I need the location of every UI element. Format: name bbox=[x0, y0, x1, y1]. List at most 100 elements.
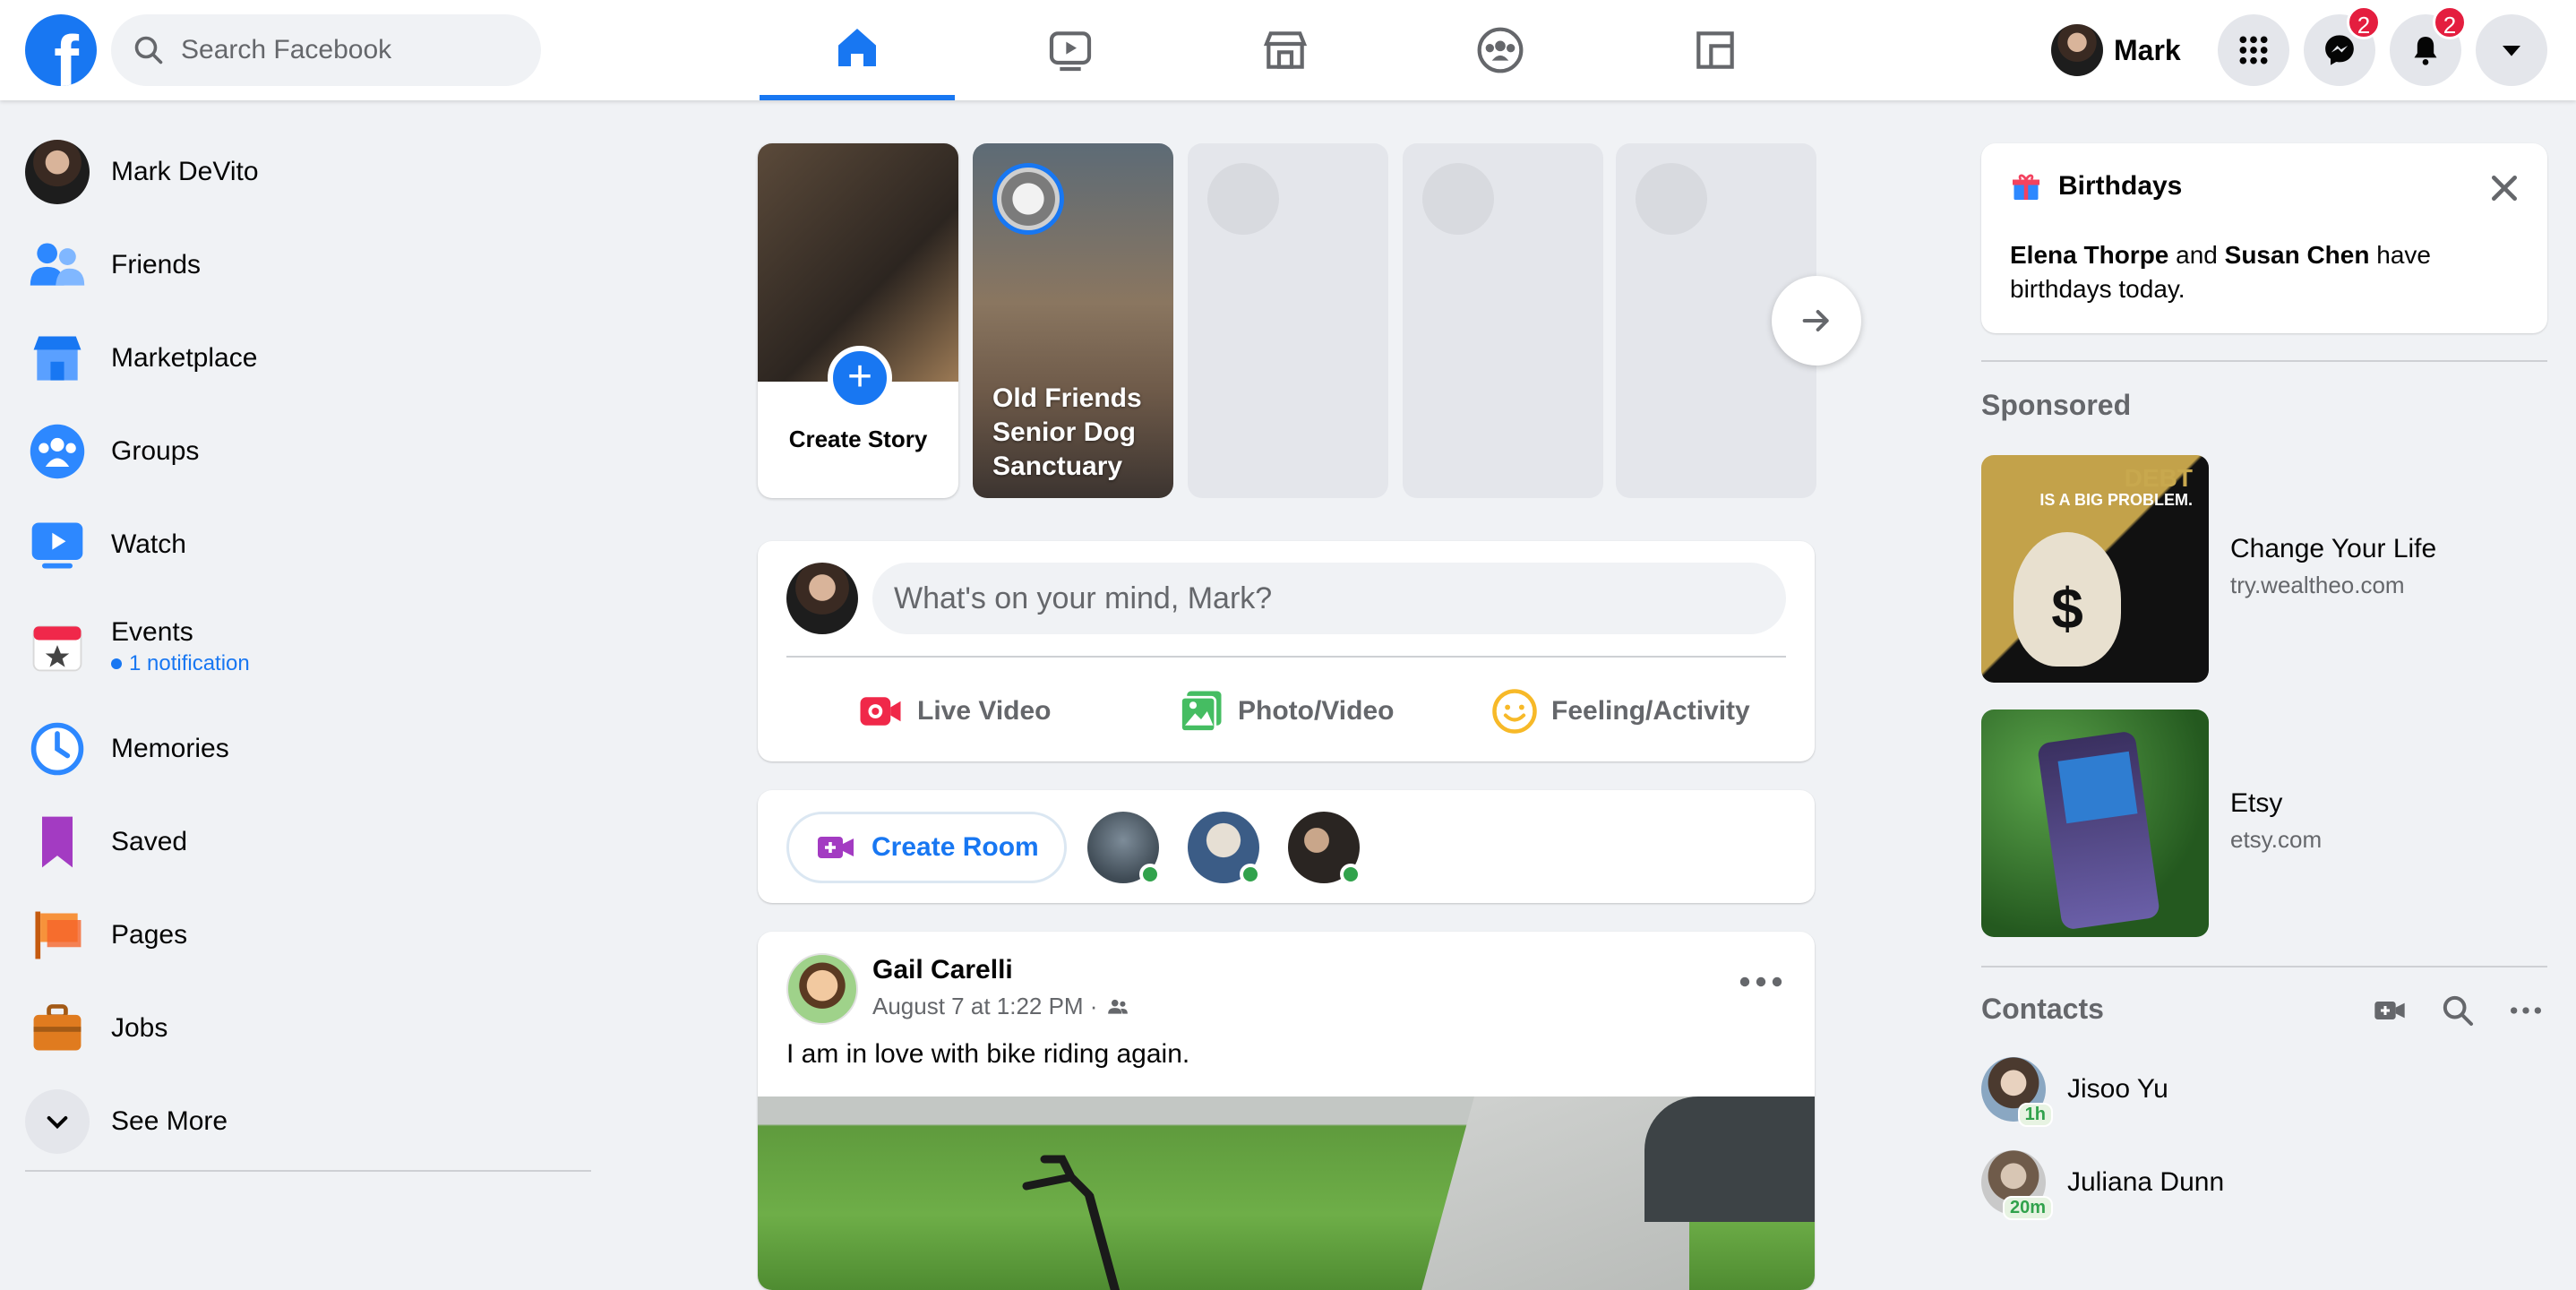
tab-home[interactable] bbox=[760, 0, 955, 100]
plus-icon[interactable]: + bbox=[828, 346, 892, 410]
notifications-button[interactable]: 2 bbox=[2390, 5, 2467, 86]
bicycle-graphic bbox=[1022, 1155, 1121, 1290]
story-placeholder bbox=[1188, 143, 1388, 498]
tab-watch[interactable] bbox=[973, 0, 1168, 100]
sidebar-item-friends[interactable]: Friends bbox=[25, 219, 591, 312]
messenger-button[interactable]: 2 bbox=[2304, 5, 2381, 86]
account-menu-button[interactable] bbox=[2476, 14, 2547, 86]
contact-item[interactable]: 1h Jisoo Yu bbox=[1981, 1054, 2168, 1127]
sidebar-item-pages[interactable]: Pages bbox=[25, 889, 591, 982]
friends-icon bbox=[30, 243, 85, 286]
memories-icon bbox=[30, 722, 84, 776]
sidebar-item-marketplace[interactable]: Marketplace bbox=[25, 312, 591, 405]
more-options-icon[interactable] bbox=[2508, 993, 2544, 1028]
sidebar-item-label: Jobs bbox=[111, 1013, 168, 1043]
ad-image-subline: IS A BIG PROBLEM. bbox=[2039, 491, 2193, 509]
tab-groups[interactable] bbox=[1403, 0, 1598, 100]
birthdays-card: Birthdays Elena Thorpe and Susan Chen ha… bbox=[1981, 143, 2547, 333]
live-video-label: Live Video bbox=[917, 696, 1052, 726]
post-image[interactable] bbox=[758, 1096, 1815, 1290]
room-contact-avatar[interactable] bbox=[1288, 812, 1361, 885]
profile-chip[interactable]: Mark bbox=[2051, 20, 2195, 81]
profile-name: Mark bbox=[2114, 33, 2181, 66]
sidebar-item-jobs[interactable]: Jobs bbox=[25, 982, 591, 1075]
create-story-card[interactable]: + Create Story bbox=[758, 143, 958, 498]
composer-input[interactable]: What's on your mind, Mark? bbox=[872, 563, 1786, 634]
create-story-label: Create Story bbox=[788, 426, 928, 452]
video-plus-icon bbox=[818, 837, 854, 858]
sidebar-item-events[interactable]: Events 1 notification bbox=[25, 591, 591, 702]
ad-image[interactable] bbox=[1981, 710, 2209, 937]
sidebar-item-groups[interactable]: Groups bbox=[25, 405, 591, 498]
top-bar: f Mark 2 2 bbox=[0, 0, 2576, 100]
ad-image[interactable]: DEBT IS A BIG PROBLEM. $ bbox=[1981, 455, 2209, 683]
ad-url[interactable]: etsy.com bbox=[2230, 826, 2322, 854]
sidebar-item-label: Mark DeVito bbox=[111, 157, 259, 186]
ad-url[interactable]: try.wealtheo.com bbox=[2230, 572, 2405, 599]
stories-next-button[interactable] bbox=[1772, 276, 1861, 366]
search-input[interactable] bbox=[179, 34, 519, 66]
search-icon[interactable] bbox=[2440, 993, 2476, 1028]
last-active-time: 20m bbox=[2002, 1196, 2053, 1220]
story-avatar bbox=[992, 163, 1064, 235]
birthdays-text: Elena Thorpe and Susan Chen have birthda… bbox=[2010, 241, 2431, 303]
ad-title[interactable]: Change Your Life bbox=[2230, 534, 2436, 564]
divider bbox=[1981, 360, 2547, 362]
sidebar-item-label: Pages bbox=[111, 920, 188, 950]
sidebar-item-see-more[interactable]: See More bbox=[25, 1075, 591, 1168]
contacts-title: Contacts bbox=[1981, 993, 2104, 1025]
avatar: 20m bbox=[1981, 1150, 2053, 1220]
rooms-bar: Create Room bbox=[758, 790, 1815, 903]
birthdays-title: Birthdays bbox=[2058, 171, 2183, 201]
facebook-logo[interactable]: f bbox=[25, 14, 97, 86]
close-icon[interactable] bbox=[2486, 170, 2522, 206]
sidebar-item-label: Marketplace bbox=[111, 343, 258, 373]
online-indicator bbox=[1240, 864, 1261, 885]
more-options-icon[interactable] bbox=[1736, 964, 1786, 1000]
birthday-name[interactable]: Elena Thorpe bbox=[2010, 241, 2168, 269]
groups-icon bbox=[1477, 27, 1524, 73]
sponsored-ad[interactable]: DEBT IS A BIG PROBLEM. $ Change Your Lif… bbox=[1981, 455, 2547, 683]
sidebar-item-label: Events bbox=[111, 617, 193, 647]
sidebar-item-saved[interactable]: Saved bbox=[25, 796, 591, 889]
birthdays-header: Birthdays bbox=[2010, 170, 2182, 202]
post-text: I am in love with bike riding again. bbox=[786, 1039, 1190, 1069]
avatar bbox=[786, 563, 858, 634]
groups-icon bbox=[30, 424, 85, 479]
sidebar-item-label: Groups bbox=[111, 436, 200, 466]
post-time[interactable]: August 7 at 1:22 PM · bbox=[872, 993, 1097, 1020]
flag-icon bbox=[35, 911, 82, 959]
sidebar-divider bbox=[25, 1170, 591, 1172]
divider bbox=[1981, 966, 2547, 968]
sidebar-item-profile[interactable]: Mark DeVito bbox=[25, 125, 591, 219]
menu-button[interactable] bbox=[2218, 14, 2289, 86]
room-contact-avatar[interactable] bbox=[1087, 812, 1161, 885]
post-author[interactable]: Gail Carelli bbox=[872, 955, 1013, 985]
photo-video-button[interactable]: Photo/Video bbox=[1177, 675, 1394, 747]
ad-title[interactable]: Etsy bbox=[2230, 788, 2282, 819]
sidebar-item-memories[interactable]: Memories bbox=[25, 702, 591, 796]
feeling-activity-button[interactable]: Feeling/Activity bbox=[1490, 675, 1750, 747]
avatar bbox=[25, 140, 90, 204]
sponsored-ad[interactable]: Etsy etsy.com bbox=[1981, 710, 2547, 937]
birthday-name[interactable]: Susan Chen bbox=[2225, 241, 2370, 269]
sidebar-item-watch[interactable]: Watch bbox=[25, 498, 591, 591]
home-icon bbox=[838, 29, 876, 66]
live-video-button[interactable]: Live Video bbox=[856, 675, 1052, 747]
messenger-badge: 2 bbox=[2347, 5, 2381, 39]
sidebar-item-label: Memories bbox=[111, 734, 229, 763]
left-sidebar: Mark DeVito Friends Marketplace Groups W… bbox=[25, 125, 591, 1168]
contacts-actions bbox=[2372, 993, 2544, 1028]
new-room-icon[interactable] bbox=[2372, 993, 2408, 1028]
avatar[interactable] bbox=[786, 953, 858, 1025]
contact-item[interactable]: 20m Juliana Dunn bbox=[1981, 1147, 2224, 1220]
friend-story-card[interactable]: Old Friends Senior Dog Sanctuary bbox=[973, 143, 1173, 498]
create-room-button[interactable]: Create Room bbox=[786, 812, 1067, 883]
video-icon bbox=[1049, 31, 1092, 72]
search-bar[interactable] bbox=[111, 14, 541, 86]
tab-marketplace[interactable] bbox=[1188, 0, 1383, 100]
money-bag-graphic: $ bbox=[2014, 532, 2121, 666]
room-contact-avatar[interactable] bbox=[1188, 812, 1261, 885]
store-icon bbox=[1263, 31, 1308, 69]
tab-gaming[interactable] bbox=[1618, 0, 1813, 100]
